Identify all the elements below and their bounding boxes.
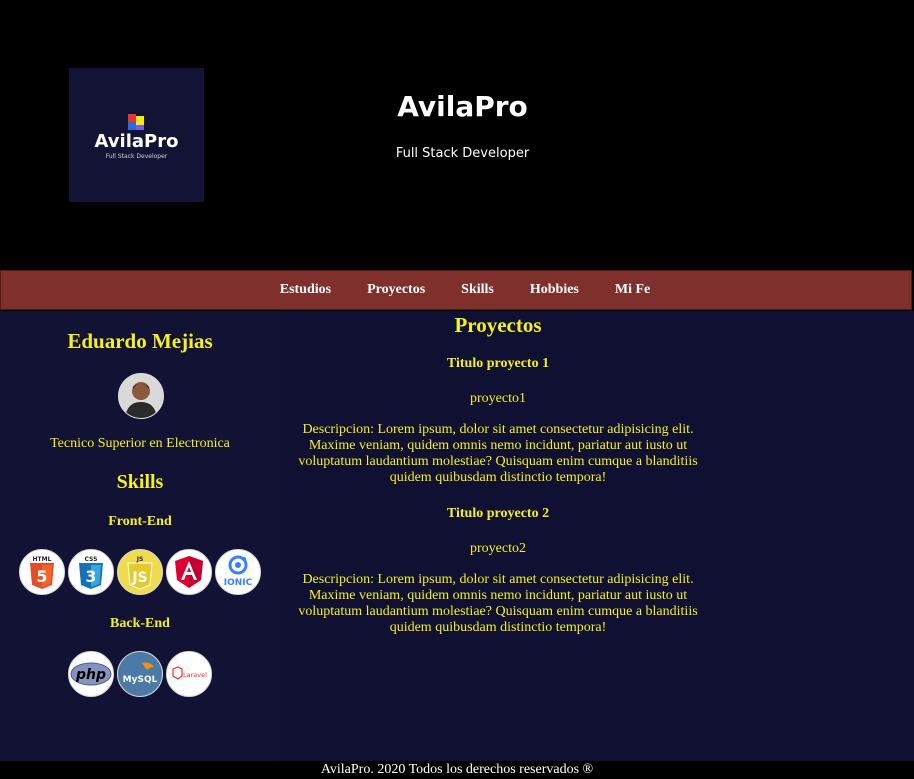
projects-heading: Proyectos: [454, 313, 542, 337]
php-icon: php: [68, 651, 114, 697]
project-card-2: Titulo proyecto 2: [280, 506, 716, 522]
project-link[interactable]: proyecto1: [280, 391, 716, 407]
project-name-row-1: proyecto1: [280, 391, 716, 407]
logo[interactable]: AvilaPro Full Stack Developer: [69, 68, 204, 202]
ionic-icon: IONIC: [215, 549, 261, 595]
site-title: AvilaPro: [397, 90, 528, 123]
project-title: Titulo proyecto 1: [446, 356, 550, 371]
js-label: JS: [136, 556, 144, 563]
laravel-label: Laravel: [183, 671, 207, 679]
skills-heading: Skills: [116, 471, 164, 493]
svg-text:3: 3: [85, 567, 96, 586]
project-description-row-2: Descripcion: Lorem ipsum, dolor sit amet…: [280, 572, 716, 636]
avatar-photo-icon: [119, 374, 163, 418]
project-description: Descripcion: Lorem ipsum, dolor sit amet…: [298, 422, 698, 485]
front-end-skills: HTML 5 CSS 3 JS JS IONIC: [0, 549, 280, 595]
nav-item-skills[interactable]: Skills: [461, 282, 494, 298]
nav-item-mi-fe[interactable]: Mi Fe: [615, 282, 650, 298]
back-end-skills: php MySQL Laravel: [0, 651, 280, 697]
project-description: Descripcion: Lorem ipsum, dolor sit amet…: [298, 572, 698, 635]
html-label: HTML: [33, 556, 52, 563]
site-footer: AvilaPro. 2020 Todos los derechos reserv…: [0, 761, 914, 779]
avatar: [118, 373, 164, 419]
html5-icon: HTML 5: [19, 549, 65, 595]
angular-icon: [166, 549, 212, 595]
projects-section: Proyectos Titulo proyecto 1 proyecto1 De…: [280, 311, 914, 761]
logo-cube-icon: [128, 114, 144, 130]
css-label: CSS: [85, 556, 98, 563]
javascript-icon: JS JS: [117, 549, 163, 595]
nav-item-hobbies[interactable]: Hobbies: [530, 282, 579, 298]
ionic-label: IONIC: [224, 578, 253, 588]
laravel-icon: Laravel: [166, 651, 212, 697]
css3-icon: CSS 3: [68, 549, 114, 595]
project-card-1: Titulo proyecto 1: [280, 356, 716, 372]
logo-text: AvilaPro: [94, 131, 179, 152]
project-link[interactable]: proyecto2: [280, 541, 716, 557]
main-nav: Estudios Proyectos Skills Hobbies Mi Fe: [0, 270, 912, 310]
mysql-label: MySQL: [123, 675, 158, 685]
nav-item-proyectos[interactable]: Proyectos: [367, 282, 425, 298]
back-end-heading: Back-End: [110, 616, 170, 631]
php-label: php: [75, 667, 106, 683]
svg-text:JS: JS: [131, 570, 147, 586]
profile-sidebar: Eduardo Mejias Tecnico Superior en Elect…: [0, 311, 280, 761]
project-name-row-2: proyecto2: [280, 541, 716, 557]
site-subtitle: Full Stack Developer: [395, 146, 530, 161]
project-title: Titulo proyecto 2: [446, 506, 550, 521]
project-description-row-1: Descripcion: Lorem ipsum, dolor sit amet…: [280, 422, 716, 486]
mysql-icon: MySQL: [117, 651, 163, 697]
profile-name: Eduardo Mejias: [67, 329, 213, 353]
nav-item-estudios[interactable]: Estudios: [280, 282, 331, 298]
logo-subtext: Full Stack Developer: [105, 153, 168, 160]
profile-role: Tecnico Superior en Electronica: [50, 436, 230, 451]
front-end-heading: Front-End: [108, 514, 172, 529]
svg-text:5: 5: [36, 567, 47, 586]
site-header: AvilaPro Full Stack Developer AvilaPro F…: [0, 0, 914, 270]
